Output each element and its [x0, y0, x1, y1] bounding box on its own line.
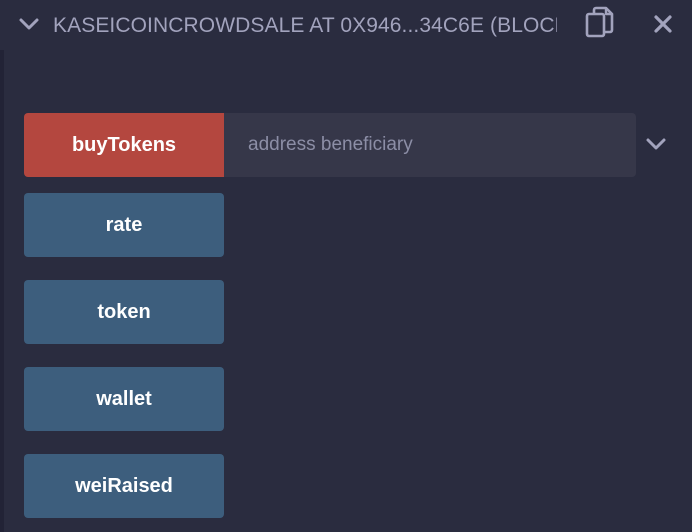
contract-instance-panel: KASEICOINCROWDSALE AT 0X946...34C6E (BLO…: [0, 0, 692, 532]
contract-title: KASEICOINCROWDSALE AT 0X946...34C6E (BLO…: [53, 14, 557, 37]
copy-icon[interactable]: [585, 6, 615, 40]
close-icon[interactable]: [653, 14, 673, 34]
buytokens-button[interactable]: buyTokens: [24, 113, 224, 177]
beneficiary-address-input[interactable]: [224, 113, 636, 177]
chevron-down-icon[interactable]: [18, 13, 40, 35]
function-row-weiraised: weiRaised: [24, 454, 224, 518]
beneficiary-input-wrapper: [224, 113, 636, 177]
expand-params-chevron-icon[interactable]: [645, 133, 667, 155]
weiraised-button[interactable]: weiRaised: [24, 454, 224, 518]
rate-button[interactable]: rate: [24, 193, 224, 257]
function-row-token: token: [24, 280, 224, 344]
token-button[interactable]: token: [24, 280, 224, 344]
contract-header: KASEICOINCROWDSALE AT 0X946...34C6E (BLO…: [0, 0, 692, 50]
function-row-wallet: wallet: [24, 367, 224, 431]
wallet-button[interactable]: wallet: [24, 367, 224, 431]
function-row-buytokens: buyTokens: [24, 113, 224, 177]
panel-left-border: [0, 50, 4, 532]
function-row-rate: rate: [24, 193, 224, 257]
